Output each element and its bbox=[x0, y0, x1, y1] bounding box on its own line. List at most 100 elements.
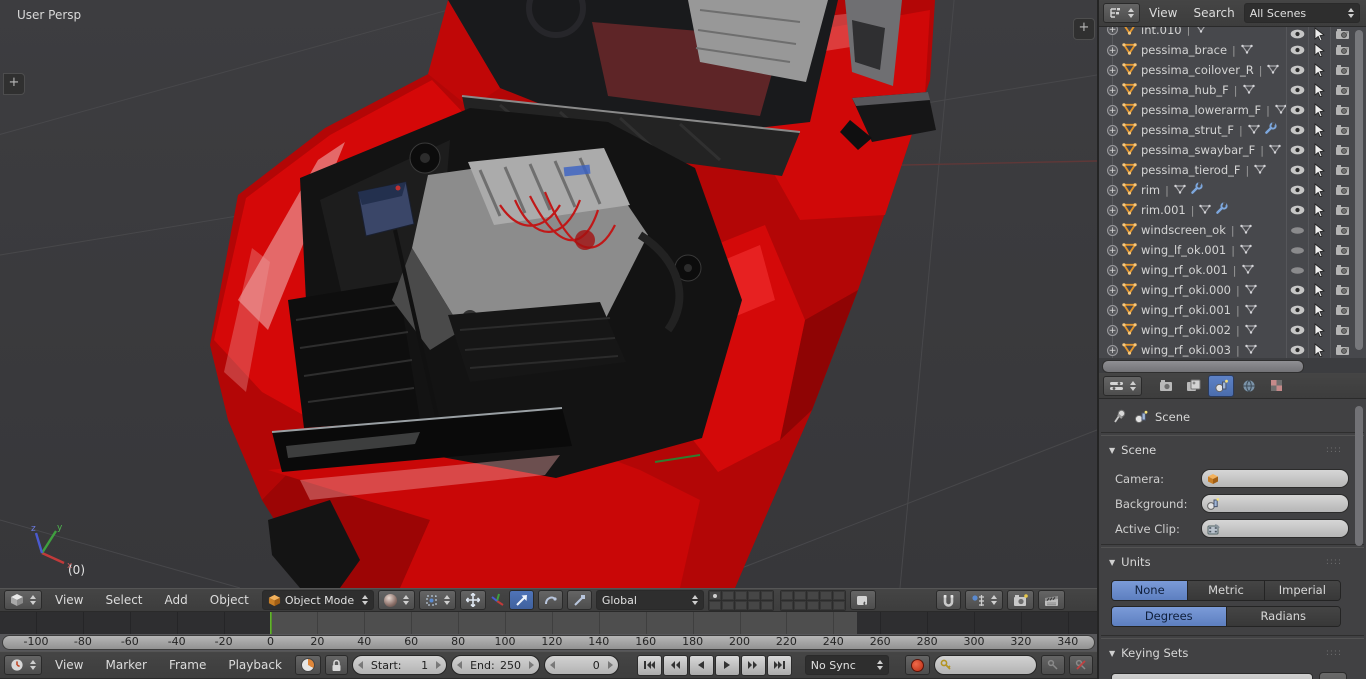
selectability-toggle[interactable] bbox=[1308, 80, 1330, 100]
layer-toggle-0[interactable] bbox=[709, 591, 721, 600]
keying-sets-panel-header[interactable]: ▼ Keying Sets :::: bbox=[1099, 639, 1366, 666]
renderability-toggle[interactable] bbox=[1330, 40, 1353, 60]
jump-to-start-button[interactable] bbox=[637, 655, 662, 676]
menu-marker[interactable]: Marker bbox=[96, 654, 155, 676]
expand-icon[interactable]: + bbox=[1107, 27, 1118, 35]
outliner-item-rim.001[interactable]: +rim.001| bbox=[1099, 200, 1366, 220]
selectability-toggle[interactable] bbox=[1308, 220, 1330, 240]
expand-icon[interactable]: + bbox=[1107, 225, 1118, 236]
layer-toggle-14[interactable] bbox=[833, 591, 845, 600]
renderability-toggle[interactable] bbox=[1330, 220, 1353, 240]
visibility-toggle[interactable] bbox=[1286, 320, 1308, 340]
menu-playback[interactable]: Playback bbox=[219, 654, 291, 676]
play-button[interactable] bbox=[715, 655, 740, 676]
opengl-render-anim-button[interactable] bbox=[1038, 590, 1065, 610]
object-name[interactable]: wing_rf_oki.002 bbox=[1141, 323, 1231, 337]
visibility-toggle[interactable] bbox=[1286, 180, 1308, 200]
background-field[interactable] bbox=[1201, 494, 1349, 513]
renderability-toggle[interactable] bbox=[1330, 260, 1353, 280]
mode-dropdown[interactable]: Object Mode bbox=[262, 590, 374, 610]
lock-to-scene-button[interactable] bbox=[850, 590, 876, 610]
visibility-toggle[interactable] bbox=[1286, 280, 1308, 300]
selectability-toggle[interactable] bbox=[1308, 240, 1330, 260]
tab-render[interactable] bbox=[1154, 376, 1178, 396]
layer-toggle-18[interactable] bbox=[820, 601, 832, 610]
object-name[interactable]: wing_rf_oki.003 bbox=[1141, 343, 1231, 357]
menu-select[interactable]: Select bbox=[96, 589, 151, 611]
orientation-dropdown[interactable]: Global bbox=[596, 590, 704, 610]
tab-texture[interactable] bbox=[1264, 376, 1288, 396]
visibility-toggle[interactable] bbox=[1286, 100, 1308, 120]
outliner-item-windscreen_ok[interactable]: +windscreen_ok| bbox=[1099, 220, 1366, 240]
renderability-toggle[interactable] bbox=[1330, 140, 1353, 160]
units-panel-header[interactable]: ▼ Units :::: bbox=[1099, 548, 1366, 575]
object-name[interactable]: wing_rf_oki.000 bbox=[1141, 283, 1231, 297]
auto-keyframe-button[interactable] bbox=[905, 655, 930, 675]
visibility-toggle[interactable] bbox=[1286, 240, 1308, 260]
outliner-vertical-scrollbar[interactable] bbox=[1355, 30, 1363, 350]
timeline-editor-type-button[interactable] bbox=[4, 655, 42, 675]
visibility-toggle[interactable] bbox=[1286, 260, 1308, 280]
menu-tl-view[interactable]: View bbox=[46, 654, 92, 676]
expand-icon[interactable]: + bbox=[1107, 245, 1118, 256]
properties-editor-type-button[interactable] bbox=[1103, 376, 1142, 396]
keying-sets-listbox[interactable] bbox=[1111, 673, 1313, 679]
panel-grip[interactable]: :::: bbox=[1326, 648, 1342, 658]
preview-range-toggle[interactable] bbox=[295, 655, 321, 675]
layer-toggle-1[interactable] bbox=[722, 591, 734, 600]
shading-dropdown[interactable] bbox=[378, 590, 415, 610]
unit-system-none[interactable]: None bbox=[1112, 581, 1188, 600]
outliner-item-pessima_coilover_R[interactable]: +pessima_coilover_R| bbox=[1099, 60, 1366, 80]
renderability-toggle[interactable] bbox=[1330, 100, 1353, 120]
layer-toggle-6[interactable] bbox=[722, 601, 734, 610]
layer-toggle-3[interactable] bbox=[748, 591, 760, 600]
tab-render-layers[interactable] bbox=[1181, 376, 1205, 396]
manipulator-rotate-button[interactable] bbox=[538, 590, 563, 610]
panel-grip[interactable]: :::: bbox=[1326, 445, 1342, 455]
unit-system-metric[interactable]: Metric bbox=[1188, 581, 1264, 600]
renderability-toggle[interactable] bbox=[1330, 240, 1353, 260]
snap-toggle-button[interactable] bbox=[936, 590, 961, 610]
object-name[interactable]: wing_rf_oki.001 bbox=[1141, 303, 1231, 317]
object-name[interactable]: windscreen_ok bbox=[1141, 223, 1226, 237]
expand-icon[interactable]: + bbox=[1107, 345, 1118, 356]
visibility-toggle[interactable] bbox=[1286, 40, 1308, 60]
outliner-item-pessima_brace[interactable]: +pessima_brace| bbox=[1099, 40, 1366, 60]
selectability-toggle[interactable] bbox=[1308, 60, 1330, 80]
object-name[interactable]: wing_lf_ok.001 bbox=[1141, 243, 1226, 257]
selectability-toggle[interactable] bbox=[1308, 140, 1330, 160]
object-name[interactable]: int.010 bbox=[1141, 27, 1182, 37]
camera-field[interactable] bbox=[1201, 469, 1349, 488]
renderability-toggle[interactable] bbox=[1330, 120, 1353, 140]
selectability-toggle[interactable] bbox=[1308, 320, 1330, 340]
outliner-item-int.010[interactable]: +int.010| bbox=[1099, 27, 1366, 40]
outliner-editor-type-button[interactable] bbox=[1103, 3, 1140, 23]
expand-icon[interactable]: + bbox=[1107, 165, 1118, 176]
renderability-toggle[interactable] bbox=[1330, 27, 1353, 40]
insert-keyframe-button[interactable] bbox=[1041, 655, 1065, 675]
layer-toggle-17[interactable] bbox=[807, 601, 819, 610]
keying-set-field[interactable] bbox=[934, 655, 1037, 675]
expand-icon[interactable]: + bbox=[1107, 185, 1118, 196]
outliner-item-pessima_swaybar_F[interactable]: +pessima_swaybar_F| bbox=[1099, 140, 1366, 160]
object-name[interactable]: rim.001 bbox=[1141, 203, 1186, 217]
layer-toggle-7[interactable] bbox=[735, 601, 747, 610]
timeline-scrubber[interactable]: -100-80-60-40-20020406080100120140160180… bbox=[0, 634, 1097, 651]
breadcrumb-label[interactable]: Scene bbox=[1155, 410, 1190, 424]
frame-end-field[interactable]: End: 250 bbox=[451, 655, 540, 675]
layer-toggle-12[interactable] bbox=[807, 591, 819, 600]
layer-toggle-4[interactable] bbox=[761, 591, 773, 600]
visibility-toggle[interactable] bbox=[1286, 140, 1308, 160]
selectability-toggle[interactable] bbox=[1308, 160, 1330, 180]
active-clip-field[interactable] bbox=[1201, 519, 1349, 538]
expand-icon[interactable]: + bbox=[1107, 285, 1118, 296]
expand-icon[interactable]: + bbox=[1107, 45, 1118, 56]
outliner-item-pessima_hub_F[interactable]: +pessima_hub_F| bbox=[1099, 80, 1366, 100]
layer-toggle-16[interactable] bbox=[794, 601, 806, 610]
manipulator-scale-button[interactable] bbox=[567, 590, 592, 610]
renderability-toggle[interactable] bbox=[1330, 340, 1353, 358]
snap-element-dropdown[interactable] bbox=[965, 590, 1003, 610]
selectability-toggle[interactable] bbox=[1308, 340, 1330, 358]
layer-toggle-9[interactable] bbox=[761, 601, 773, 610]
object-name[interactable]: pessima_hub_F bbox=[1141, 83, 1229, 97]
